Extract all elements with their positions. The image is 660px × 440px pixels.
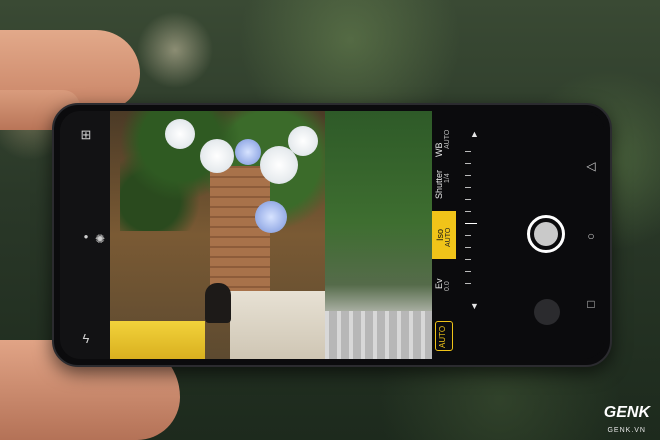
- ruler-tick: [465, 247, 471, 248]
- hydrangea-flower-blue: [235, 139, 261, 165]
- arrow-up-icon[interactable]: ▲: [470, 129, 479, 139]
- ruler-tick: [465, 187, 471, 188]
- auto-badge-text: AUTO: [438, 325, 447, 348]
- seated-person: [205, 283, 231, 323]
- ruler-tick: [465, 199, 471, 200]
- background-scene: ⊞ ● ✺ ϟ WB AUTO Shutter 1/4 Iso AUTO Ev …: [0, 0, 660, 440]
- ruler-tick: [465, 151, 471, 152]
- iso-value: AUTO: [445, 227, 452, 247]
- phone-body: ⊞ ● ✺ ϟ WB AUTO Shutter 1/4 Iso AUTO Ev …: [52, 103, 612, 367]
- aperture-icon[interactable]: ✺: [92, 231, 108, 247]
- site-watermark: GENK.VN: [607, 427, 646, 434]
- gallery-thumbnail[interactable]: [534, 299, 560, 325]
- iso-label: Iso: [435, 228, 445, 241]
- white-railing: [325, 311, 432, 359]
- shutter-label[interactable]: Shutter: [434, 170, 444, 199]
- hydrangea-flower: [165, 119, 195, 149]
- ruler-tick: [465, 235, 471, 236]
- yellow-table: [110, 321, 205, 359]
- shutter-button[interactable]: [527, 215, 565, 253]
- hydrangea-flower: [200, 139, 234, 173]
- ev-value: 0.0: [444, 281, 451, 291]
- ruler-tick: [465, 259, 471, 260]
- wb-value: AUTO: [444, 129, 451, 149]
- shutter-button-inner: [534, 222, 558, 246]
- recents-square-icon[interactable]: □: [584, 297, 598, 311]
- phone-screen: ⊞ ● ✺ ϟ WB AUTO Shutter 1/4 Iso AUTO Ev …: [60, 111, 604, 359]
- arrow-down-icon[interactable]: ▼: [470, 301, 479, 311]
- ruler-tick: [465, 283, 471, 284]
- auto-badge[interactable]: AUTO: [435, 321, 453, 351]
- camera-left-toolbar: ⊞ ● ✺ ϟ: [60, 111, 110, 359]
- grid-icon[interactable]: ⊞: [78, 127, 94, 143]
- wb-label[interactable]: WB: [434, 143, 444, 158]
- shutter-value: 1/4: [444, 173, 451, 183]
- ruler-tick: [465, 271, 471, 272]
- ruler-tick: [465, 211, 471, 212]
- camera-pro-controls: WB AUTO Shutter 1/4 Iso AUTO Ev 0.0 AUTO…: [432, 111, 604, 359]
- hydrangea-flower-blue: [255, 201, 287, 233]
- system-navigation-bar: ◁ ○ □: [582, 151, 602, 321]
- back-triangle-icon[interactable]: ◁: [584, 159, 598, 173]
- white-chairs: [230, 291, 325, 359]
- brand-watermark: GENK: [603, 404, 650, 421]
- ruler-tick: [465, 163, 471, 164]
- flash-off-icon[interactable]: ϟ: [78, 331, 94, 347]
- camera-viewfinder[interactable]: [110, 111, 432, 359]
- ruler-tick: [465, 175, 471, 176]
- ev-label[interactable]: Ev: [434, 278, 444, 289]
- iso-selected-box[interactable]: Iso AUTO: [432, 211, 456, 259]
- ruler-tick-center: [465, 223, 477, 224]
- hydrangea-flower: [288, 126, 318, 156]
- exposure-ruler[interactable]: ▲ ▼: [462, 129, 479, 311]
- home-circle-icon[interactable]: ○: [584, 229, 598, 243]
